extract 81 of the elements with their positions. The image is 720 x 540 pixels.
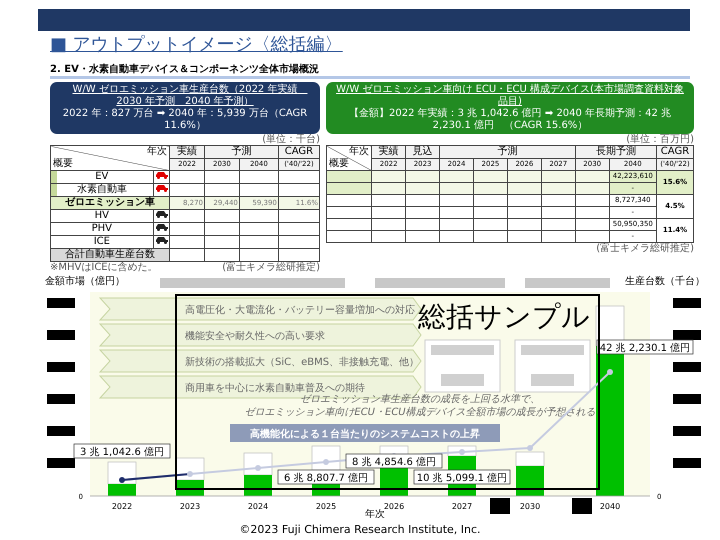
redaction-block (673, 298, 701, 308)
axis-title: 生産台数（千台） (625, 276, 705, 287)
column-header: CAGR (278, 146, 320, 158)
redaction-block (572, 498, 592, 514)
slide-title: ■ アウトプットイメージ〈総括編〉 (50, 34, 343, 56)
car-icon (154, 210, 169, 218)
bar (516, 466, 544, 496)
data-label: 42 兆 2,230.1 億円 (596, 340, 694, 354)
row-label: 水素自動車 (50, 184, 154, 196)
footnote: ※MHVはICEに含めた。 (50, 262, 158, 274)
data-label: 6 兆 8,807.7 億円 (278, 470, 374, 484)
bar-outline (108, 462, 136, 484)
comment-text: ゼロエミッション車生産台数の成長を上回る水準で、 (300, 394, 540, 405)
panel-summary: 2022 年：827 万台 ➡ 2040 年：5,939 万台（CAGR 11.6%） (62, 108, 308, 132)
row-label: EV (50, 170, 154, 184)
header-label: 概要 (329, 158, 349, 170)
column-header: 予測 (204, 146, 278, 158)
panel-title: W/W ゼロエミッション車向け ECU・ECU 構成デバイス(本市場調査資料対象品目) (335, 84, 685, 108)
redaction-block (47, 458, 75, 468)
redaction-block (47, 394, 75, 404)
source-note: (富士キメラ総研推定) (596, 243, 694, 255)
data-label: 8 兆 4,854.6 億円 (346, 454, 442, 468)
row-label: HV (50, 210, 154, 222)
column-header: 長期予測 (575, 146, 656, 158)
redaction-block (673, 458, 701, 468)
redaction-block (47, 330, 75, 340)
data-point (527, 445, 533, 451)
header-label: 年次 (147, 146, 168, 158)
axis-title: 金額市場（億円） (45, 276, 125, 287)
bar-outline (312, 446, 340, 470)
unit-label: (単位：千台) (261, 134, 320, 145)
bar (244, 475, 272, 496)
redaction-block (673, 426, 701, 436)
column-header: CAGR (656, 146, 694, 158)
axis-label: 2027 (452, 502, 472, 511)
axis-label: 2023 (180, 502, 200, 511)
column-header: 実績 (372, 146, 406, 158)
redaction-block (490, 498, 510, 514)
axis-label: 2025 (316, 502, 336, 511)
column-header: 予測 (440, 146, 576, 158)
bar (108, 484, 136, 496)
car-icon (154, 236, 169, 244)
redaction-block (47, 426, 75, 436)
header-label: 年次 (349, 146, 370, 158)
panel-summary: 【金額】2022 年実績：3 兆 1,042.6 億円 ➡ 2040 年長期予測：42 兆 2,230.1 億円 （CAGR 15.6%） (348, 108, 672, 132)
car-icon (154, 223, 169, 231)
bar-outline (516, 452, 544, 466)
redaction-block (673, 362, 701, 372)
axis-label: 2040 (600, 502, 620, 511)
data-label: 10 兆 5,099.1 億円 (414, 470, 510, 484)
source-note: (富士キメラ総研推定) (222, 262, 320, 274)
column-header: 見込 (406, 146, 440, 158)
redaction-block (47, 362, 75, 372)
highlight-banner: 高機能化による１台当たりのシステムコストの上昇 (230, 424, 500, 442)
copyright-text: ©2023 Fuji Chimera Research Institute, Inc. (239, 523, 481, 536)
section-title: 2. EV・水素自動車デバイス＆コンポーネンツ全体市場概況 (50, 63, 319, 76)
redaction-block (673, 330, 701, 340)
row-label: ICE (50, 236, 154, 248)
data-point (607, 369, 613, 375)
axis-label: 2022 (112, 502, 132, 511)
data-point (119, 477, 125, 483)
column-header: 実績 (170, 146, 204, 158)
driver-banner: 新技術の搭載拡大（SiC、eBMS、非接触充電、他） (98, 350, 422, 372)
car-icon (154, 171, 169, 179)
axis-label: 2030 (520, 502, 540, 511)
row-label: PHV (50, 222, 154, 236)
data-point (255, 465, 261, 471)
redaction-block (673, 394, 701, 404)
data-point (187, 471, 193, 477)
row-label: 合計自動車生産台数 (50, 248, 170, 262)
axis-label: 2026 (384, 502, 404, 511)
row-label: ゼロエミッション車 (50, 196, 170, 210)
header-label: 概要 (53, 158, 73, 170)
data-point (459, 449, 465, 455)
redaction-block (47, 298, 75, 308)
data-point (323, 459, 329, 465)
unit-label: (単位：百万円) (625, 134, 694, 145)
car-icon (154, 184, 169, 192)
panel-title: W/W ゼロエミッション車生産台数（2022 年実績 2030 年予測 2040 年予測） (72, 84, 298, 108)
data-label: 3 兆 1,042.6 億円 (74, 444, 170, 458)
axis-label: 2024 (248, 502, 268, 511)
